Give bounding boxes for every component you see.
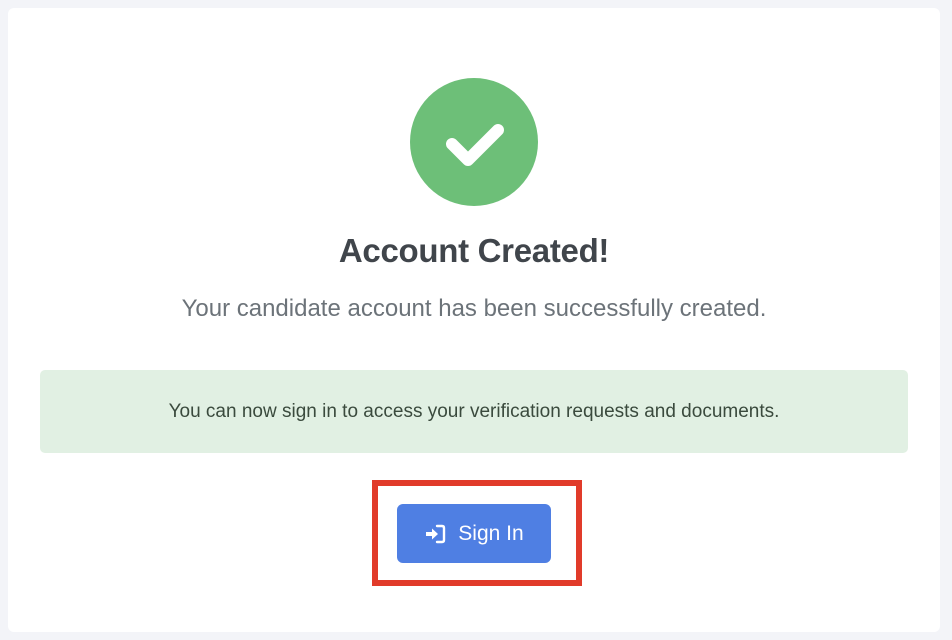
- account-created-card: Account Created! Your candidate account …: [8, 8, 940, 632]
- sign-in-label: Sign In: [458, 521, 524, 545]
- sign-in-button[interactable]: Sign In: [397, 504, 551, 563]
- sign-in-icon: [426, 524, 446, 543]
- success-badge: [410, 78, 538, 206]
- info-alert: You can now sign in to access your verif…: [40, 370, 908, 453]
- page-title: Account Created!: [338, 232, 610, 269]
- check-icon: [446, 124, 504, 166]
- info-alert-text: You can now sign in to access your verif…: [168, 400, 780, 422]
- success-message: Your candidate account has been successf…: [181, 295, 767, 322]
